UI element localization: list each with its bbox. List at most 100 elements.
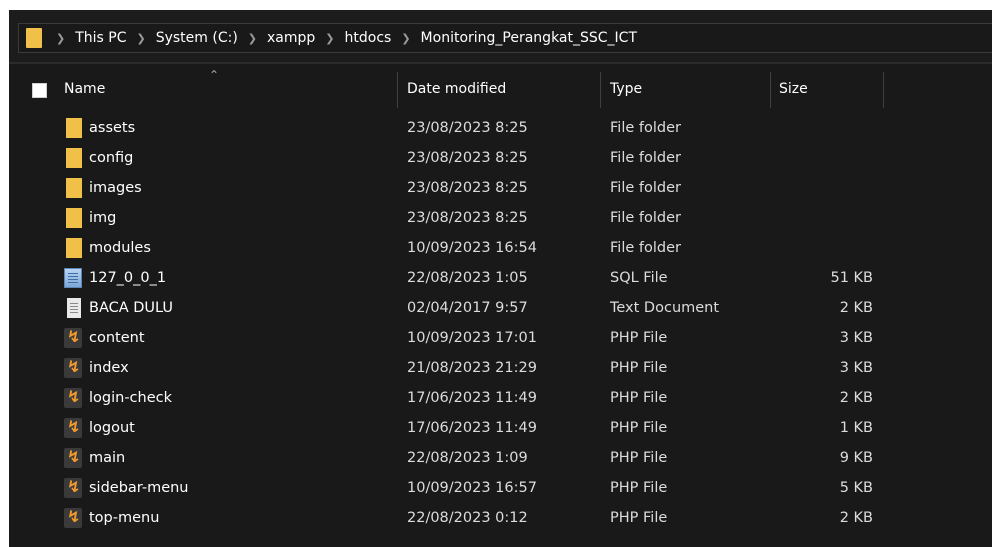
php-file-icon: ↯ — [64, 327, 82, 348]
folder-icon — [26, 28, 42, 48]
file-name: index — [89, 360, 129, 376]
chevron-right-icon[interactable]: ❯ — [401, 32, 410, 45]
list-item[interactable]: ↯ top-menu 22/08/2023 0:12 PHP File 2 KB — [9, 504, 899, 534]
file-date: 23/08/2023 8:25 — [407, 180, 528, 196]
list-item[interactable]: img 23/08/2023 8:25 File folder — [9, 204, 899, 234]
file-name: login-check — [89, 390, 173, 406]
file-size: 2 KB — [839, 390, 873, 406]
file-date: 10/09/2023 16:57 — [407, 480, 537, 496]
chevron-right-icon[interactable]: ❯ — [325, 32, 334, 45]
list-item[interactable]: config 23/08/2023 8:25 File folder — [9, 144, 899, 174]
file-type: PHP File — [610, 390, 668, 406]
sort-ascending-icon: ⌃ — [209, 68, 220, 82]
list-item[interactable]: ↯ sidebar-menu 10/09/2023 16:57 PHP File… — [9, 474, 899, 504]
breadcrumb-this-pc[interactable]: This PC — [75, 30, 126, 46]
folder-icon — [66, 238, 82, 258]
chevron-right-icon[interactable]: ❯ — [137, 32, 146, 45]
chevron-right-icon[interactable]: ❯ — [248, 32, 257, 45]
file-size: 2 KB — [839, 510, 873, 526]
file-name: images — [89, 180, 142, 196]
php-file-icon: ↯ — [64, 477, 82, 498]
folder-icon — [66, 178, 82, 198]
list-item[interactable]: ↯ login-check 17/06/2023 11:49 PHP File … — [9, 384, 899, 414]
php-file-icon: ↯ — [64, 357, 82, 378]
column-divider[interactable] — [600, 72, 601, 108]
file-date: 22/08/2023 0:12 — [407, 510, 528, 526]
column-header-size[interactable]: Size — [779, 81, 808, 97]
select-all-checkbox[interactable] — [32, 83, 47, 98]
file-name: main — [89, 450, 126, 466]
list-item[interactable]: modules 10/09/2023 16:54 File folder — [9, 234, 899, 264]
file-size: 3 KB — [839, 360, 873, 376]
file-date: 10/09/2023 17:01 — [407, 330, 537, 346]
list-item[interactable]: BACA DULU 02/04/2017 9:57 Text Document … — [9, 294, 899, 324]
file-type: PHP File — [610, 480, 668, 496]
file-type: PHP File — [610, 330, 668, 346]
breadcrumb-htdocs[interactable]: htdocs — [345, 30, 392, 46]
column-header-type[interactable]: Type — [610, 81, 642, 97]
file-date: 02/04/2017 9:57 — [407, 300, 528, 316]
php-file-icon: ↯ — [64, 417, 82, 438]
file-name: top-menu — [89, 510, 160, 526]
file-name: config — [89, 150, 134, 166]
chevron-right-icon[interactable]: ❯ — [56, 32, 65, 45]
file-name: modules — [89, 240, 151, 256]
file-name: img — [89, 210, 117, 226]
file-date: 22/08/2023 1:05 — [407, 270, 528, 286]
file-name: sidebar-menu — [89, 480, 189, 496]
file-size: 5 KB — [839, 480, 873, 496]
column-header: Name ⌃ Date modified Type Size — [9, 68, 992, 108]
file-type: File folder — [610, 210, 681, 226]
file-size: 1 KB — [839, 420, 873, 436]
list-item[interactable]: assets 23/08/2023 8:25 File folder — [9, 114, 899, 144]
list-item[interactable]: ↯ logout 17/06/2023 11:49 PHP File 1 KB — [9, 414, 899, 444]
file-type: File folder — [610, 150, 681, 166]
list-item[interactable]: ↯ index 21/08/2023 21:29 PHP File 3 KB — [9, 354, 899, 384]
file-size: 9 KB — [839, 450, 873, 466]
column-divider[interactable] — [883, 72, 884, 108]
file-name: 127_0_0_1 — [89, 270, 167, 286]
address-bar[interactable]: ❯ This PC ❯ System (C:) ❯ xampp ❯ htdocs… — [9, 10, 992, 64]
file-date: 17/06/2023 11:49 — [407, 420, 537, 436]
list-item[interactable]: ↯ main 22/08/2023 1:09 PHP File 9 KB — [9, 444, 899, 474]
breadcrumb-current-folder[interactable]: Monitoring_Perangkat_SSC_ICT — [421, 30, 637, 46]
file-size: 51 KB — [830, 270, 873, 286]
file-date: 10/09/2023 16:54 — [407, 240, 537, 256]
file-name: logout — [89, 420, 135, 436]
file-date: 17/06/2023 11:49 — [407, 390, 537, 406]
file-type: PHP File — [610, 360, 668, 376]
text-file-icon — [67, 298, 81, 318]
file-type: File folder — [610, 240, 681, 256]
list-item[interactable]: images 23/08/2023 8:25 File folder — [9, 174, 899, 204]
column-divider[interactable] — [397, 72, 398, 108]
file-name: BACA DULU — [89, 300, 174, 316]
file-type: File folder — [610, 120, 681, 136]
file-type: PHP File — [610, 510, 668, 526]
column-divider[interactable] — [770, 72, 771, 108]
sql-file-icon — [64, 268, 82, 288]
file-type: File folder — [610, 180, 681, 196]
file-name: assets — [89, 120, 136, 136]
column-header-date[interactable]: Date modified — [407, 81, 506, 97]
php-file-icon: ↯ — [64, 447, 82, 468]
folder-icon — [66, 148, 82, 168]
file-type: PHP File — [610, 420, 668, 436]
list-item[interactable]: 127_0_0_1 22/08/2023 1:05 SQL File 51 KB — [9, 264, 899, 294]
file-type: PHP File — [610, 450, 668, 466]
breadcrumb-system-c[interactable]: System (C:) — [156, 30, 238, 46]
column-header-name[interactable]: Name — [64, 81, 105, 97]
folder-icon — [66, 118, 82, 138]
file-explorer-window: ❯ This PC ❯ System (C:) ❯ xampp ❯ htdocs… — [9, 10, 992, 547]
breadcrumb-xampp[interactable]: xampp — [267, 30, 315, 46]
file-date: 23/08/2023 8:25 — [407, 150, 528, 166]
file-date: 21/08/2023 21:29 — [407, 360, 537, 376]
file-type: SQL File — [610, 270, 668, 286]
folder-icon — [66, 208, 82, 228]
file-date: 23/08/2023 8:25 — [407, 120, 528, 136]
file-size: 3 KB — [839, 330, 873, 346]
list-item[interactable]: ↯ content 10/09/2023 17:01 PHP File 3 KB — [9, 324, 899, 354]
php-file-icon: ↯ — [64, 387, 82, 408]
file-type: Text Document — [610, 300, 720, 316]
breadcrumb[interactable]: ❯ This PC ❯ System (C:) ❯ xampp ❯ htdocs… — [18, 23, 992, 53]
file-size: 2 KB — [839, 300, 873, 316]
